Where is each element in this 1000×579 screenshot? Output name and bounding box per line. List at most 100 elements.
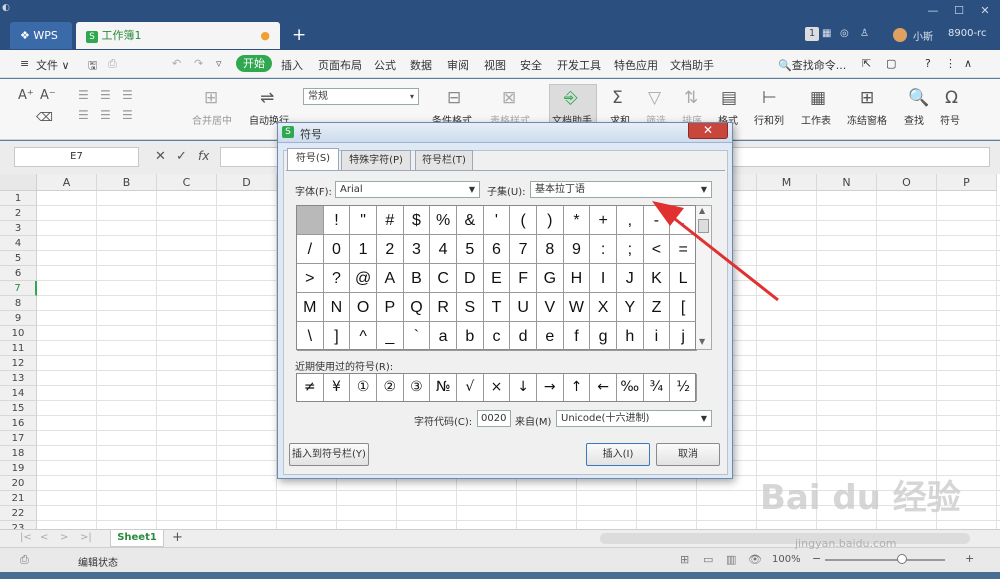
share-icon[interactable]: ⇱ [862,57,871,70]
close-window-icon[interactable]: ✕ [972,4,998,18]
table-style-icon[interactable]: ⊠ [502,88,516,108]
recent-symbol-cell[interactable]: ¥ [324,374,351,401]
maximize-icon[interactable]: ☐ [946,4,972,18]
row-header[interactable]: 4 [0,236,37,251]
symbol-cell[interactable]: ` [403,322,431,351]
symbol-cell[interactable]: d [510,322,537,351]
symbol-cell[interactable]: " [350,206,377,235]
symbol-cell[interactable]: X [590,293,617,322]
symbol-cell[interactable]: G [537,264,564,293]
row-header[interactable]: 19 [0,461,37,476]
menu-review[interactable]: 审阅 [447,57,469,73]
symbol-cell[interactable]: 6 [483,235,511,264]
insert-function-icon[interactable]: fx [198,149,209,163]
symbol-cell[interactable]: > [297,264,324,293]
symbol-cell[interactable]: A [377,264,404,293]
grid-view-icon[interactable]: ▦ [822,28,831,39]
symbol-cell[interactable]: . [670,206,697,235]
font-shrink-icon[interactable]: A⁻ [40,88,56,103]
comment-icon[interactable]: ▢ [886,57,896,70]
row-header[interactable]: 18 [0,446,37,461]
font-grow-icon[interactable]: A⁺ [18,88,34,103]
symbol-cell[interactable]: F [510,264,537,293]
row-header[interactable]: 2 [0,206,37,221]
row-header[interactable]: 16 [0,416,37,431]
column-header[interactable]: A [37,174,97,191]
symbol-cell[interactable]: 8 [537,235,564,264]
user-name[interactable]: 小斯 [913,28,933,43]
recent-symbol-cell[interactable]: × [484,374,511,401]
column-header[interactable]: M [757,174,817,191]
first-sheet-icon[interactable]: |< [20,532,32,543]
symbol-cell[interactable]: 7 [510,235,537,264]
column-header[interactable]: N [817,174,877,191]
prev-sheet-icon[interactable]: < [40,532,48,543]
recent-symbol-cell[interactable]: ≠ [297,374,324,401]
row-header[interactable]: 5 [0,251,37,266]
insert-to-symbol-bar-button[interactable]: 插入到符号栏(Y) [289,443,369,466]
symbol-cell[interactable]: S [457,293,484,322]
scroll-up-icon[interactable]: ▲ [699,206,705,215]
select-all-corner[interactable] [0,174,37,191]
menu-doc-assistant[interactable]: 文档助手 [670,57,714,73]
normal-view-icon[interactable]: ⊞ [680,553,689,566]
symbol-cell[interactable]: M [297,293,324,322]
symbol-cell[interactable] [297,206,324,235]
symbol-cell[interactable]: 9 [563,235,591,264]
symbol-cell[interactable]: [ [670,293,697,322]
recent-symbol-cell[interactable]: ¾ [644,374,671,401]
page-layout-view-icon[interactable]: ▭ [703,553,713,566]
symbol-cell[interactable]: - [643,206,671,235]
next-sheet-icon[interactable]: > [60,532,68,543]
search-command[interactable]: 🔍查找命令... [778,57,846,73]
zoom-out-icon[interactable]: − [812,552,821,565]
symbol-cell[interactable]: # [377,206,404,235]
find-label[interactable]: 查找 [904,112,924,127]
symbol-grid-scrollbar[interactable]: ▲ ▼ [696,205,712,350]
dialog-title-bar[interactable]: S 符号 ✕ [278,123,732,143]
symbol-cell[interactable]: Y [617,293,644,322]
from-select[interactable]: Unicode(十六进制) ▼ [556,410,712,427]
sheet-tab-sheet1[interactable]: Sheet1 [110,530,164,547]
conditional-format-icon[interactable]: ⊟ [447,88,461,108]
symbol-cell[interactable]: , [617,206,644,235]
char-code-input[interactable]: 0020 [477,410,511,427]
symbol-cell[interactable]: Q [403,293,431,322]
menu-data[interactable]: 数据 [410,57,432,73]
row-header[interactable]: 13 [0,371,37,386]
symbol-cell[interactable]: f [563,322,591,351]
align-bottom-icon[interactable]: ☰ [122,88,133,102]
column-header[interactable]: B [97,174,157,191]
freeze-panes-label[interactable]: 冻结窗格 [847,112,887,127]
zoom-in-icon[interactable]: + [965,552,974,565]
symbol-cell[interactable]: ? [323,264,351,293]
column-header[interactable]: D [217,174,277,191]
symbol-cell[interactable]: L [670,264,697,293]
symbol-cell[interactable]: ( [510,206,537,235]
recent-symbol-cell[interactable]: ① [350,374,377,401]
recent-symbol-cell[interactable]: ↓ [510,374,537,401]
menu-file[interactable]: 文件 ∨ [36,57,70,73]
add-sheet-button[interactable]: + [172,530,183,545]
symbol-cell[interactable]: g [590,322,617,351]
symbol-cell[interactable]: 0 [323,235,351,264]
column-header[interactable]: C [157,174,217,191]
symbol-cell[interactable]: H [563,264,591,293]
more-icon[interactable]: ⋮ [945,57,956,70]
recent-symbol-cell[interactable]: ③ [404,374,431,401]
row-header[interactable]: 12 [0,356,37,371]
symbol-cell[interactable]: B [403,264,431,293]
align-middle-icon[interactable]: ☰ [100,88,111,102]
recent-symbol-cell[interactable]: ↑ [564,374,591,401]
row-col-label[interactable]: 行和列 [754,112,784,127]
doc-assistant-icon[interactable]: ⎆ [564,88,578,108]
symbol-cell[interactable]: ] [323,322,351,351]
symbol-cell[interactable]: 1 [350,235,377,264]
zoom-slider[interactable] [825,559,945,561]
recent-symbol-cell[interactable]: ½ [670,374,697,401]
symbol-cell[interactable]: O [350,293,377,322]
page-break-view-icon[interactable]: ▥ [726,553,736,566]
symbol-cell[interactable]: + [590,206,617,235]
row-header[interactable]: 8 [0,296,37,311]
symbol-cell[interactable]: ^ [350,322,377,351]
